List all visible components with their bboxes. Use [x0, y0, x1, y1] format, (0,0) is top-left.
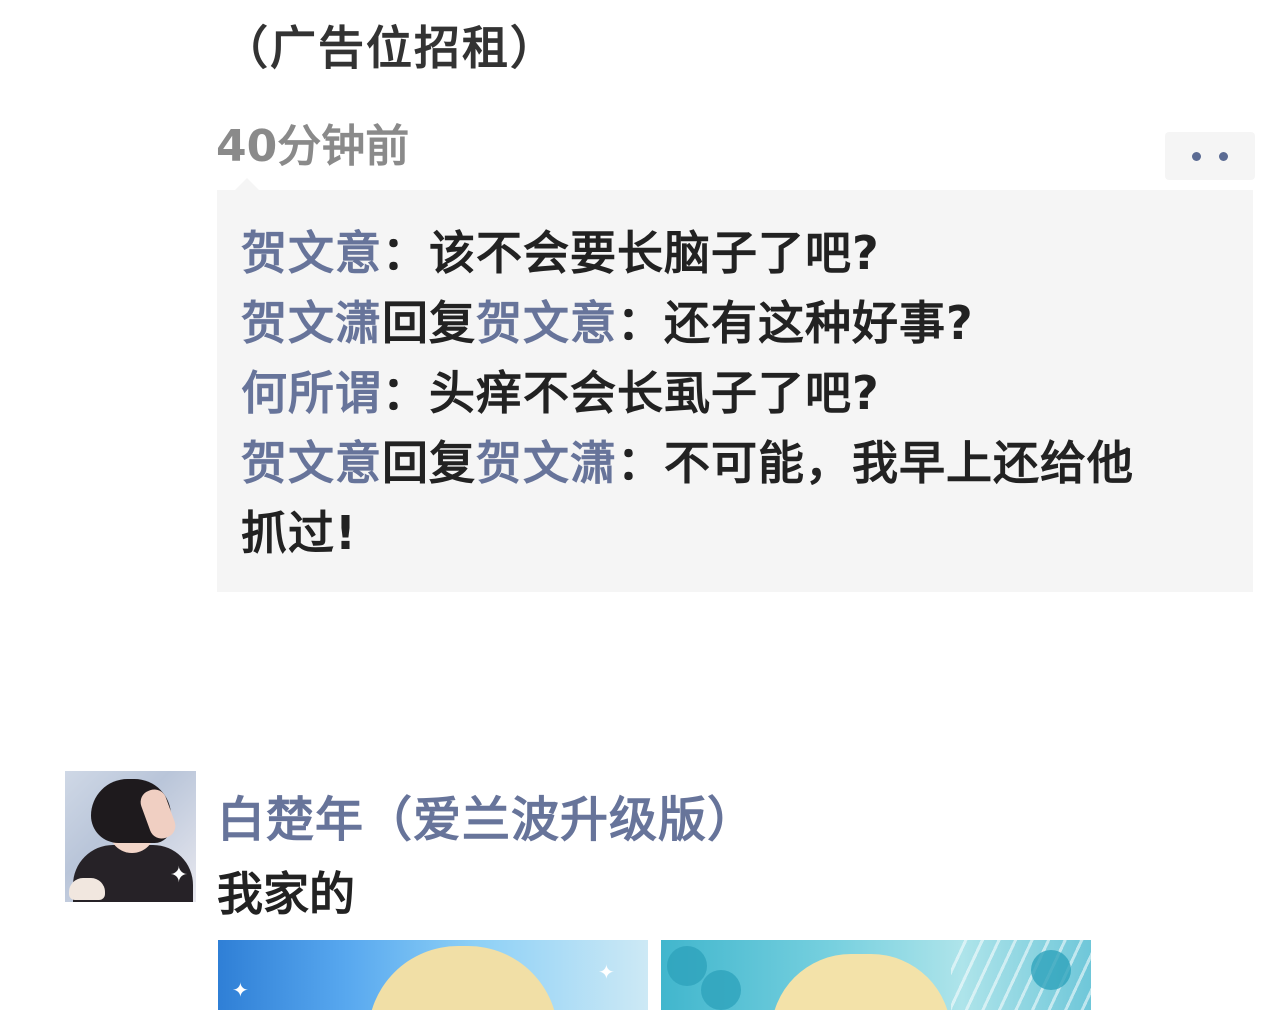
reply-word: 回复 [382, 296, 476, 350]
post-text: 我家的 [217, 867, 355, 921]
more-dots-icon [1219, 151, 1228, 161]
comment-author[interactable]: 何所谓 [241, 366, 382, 420]
flower-decoration [701, 970, 741, 1010]
comment-author[interactable]: 贺文意 [241, 436, 382, 490]
comment-separator: ： [382, 366, 429, 420]
comment-text-continued: 抓过! [241, 506, 357, 560]
comment-author[interactable]: 贺文意 [241, 226, 382, 280]
image-character-hair [771, 954, 951, 1010]
flower-decoration [667, 946, 707, 986]
reply-word: 回复 [382, 436, 476, 490]
user-avatar[interactable]: ✦ [65, 771, 196, 902]
comments-panel: 贺文意：该不会要长脑子了吧? 贺文潇回复贺文意：还有这种好事? 何所谓：头痒不会… [217, 178, 1253, 592]
comment-separator: ： [617, 436, 664, 490]
more-dots-icon [1192, 151, 1201, 161]
post-timestamp: 40分钟前 [216, 121, 410, 172]
image-character-hair [368, 946, 558, 1010]
comment-item[interactable]: 贺文意：该不会要长脑子了吧? [241, 218, 1229, 288]
comment-text: 不可能，我早上还给他 [664, 436, 1134, 490]
more-options-button[interactable] [1165, 132, 1255, 180]
sparkle-icon: ✦ [232, 978, 249, 1002]
avatar-plush-toy [69, 878, 105, 900]
comment-item[interactable]: 贺文意回复贺文潇：不可能，我早上还给他抓过! [241, 428, 1229, 568]
comment-separator: ： [617, 296, 664, 350]
flower-decoration [1031, 950, 1071, 990]
comment-text: 头痒不会长虱子了吧? [429, 366, 880, 420]
sparkle-icon: ✦ [169, 863, 188, 888]
comment-text: 还有这种好事? [664, 296, 974, 350]
reply-target[interactable]: 贺文潇 [476, 436, 617, 490]
comment-text: 该不会要长脑子了吧? [429, 226, 880, 280]
comment-item[interactable]: 何所谓：头痒不会长虱子了吧? [241, 358, 1229, 428]
reply-target[interactable]: 贺文意 [476, 296, 617, 350]
comment-item[interactable]: 贺文潇回复贺文意：还有这种好事? [241, 288, 1229, 358]
poster-name[interactable]: 白楚年（爱兰波升级版） [217, 780, 756, 850]
comment-separator: ： [382, 226, 429, 280]
comment-author[interactable]: 贺文潇 [241, 296, 382, 350]
ad-placeholder-text: （广告位招租） [222, 21, 558, 75]
sparkle-icon: ✦ [598, 960, 615, 984]
